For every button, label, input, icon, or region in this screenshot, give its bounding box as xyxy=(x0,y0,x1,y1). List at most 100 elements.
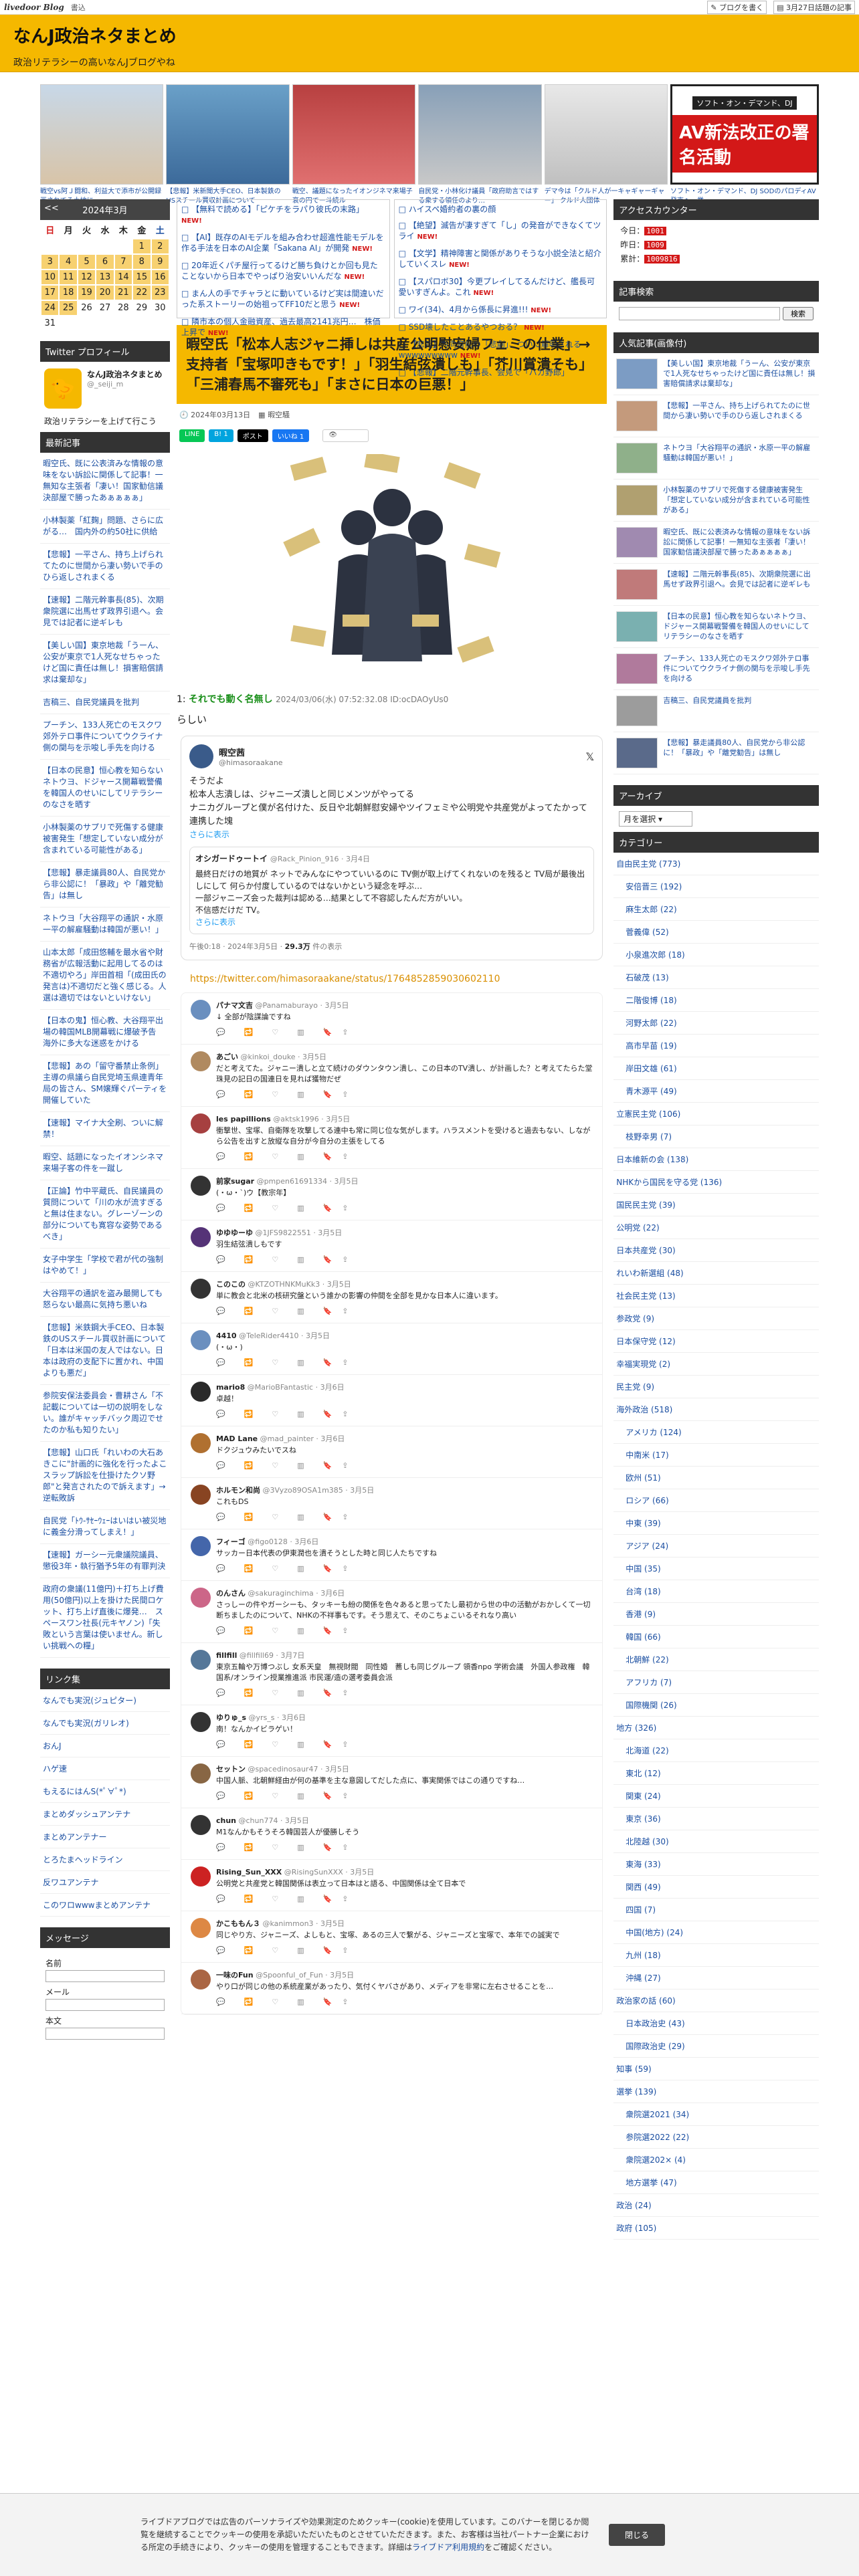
x-logo-icon[interactable]: 𝕏 xyxy=(585,750,594,763)
tweet-reply[interactable]: フィーゴ @figo0128 · 3月6日 サッカー日本代表の伊東潤也を潰そうとし… xyxy=(181,1529,603,1581)
tweet-reply[interactable]: ゆゆゆーゆ @1JFS9822551 · 3月5日 羽生結弦潰しもです 💬 🔁 ♡ … xyxy=(181,1220,603,1272)
reply-name[interactable]: ゆゆゆーゆ xyxy=(216,1228,253,1237)
reply-name[interactable]: あごい xyxy=(216,1053,238,1061)
tweet-reply[interactable]: あごい @kinkoi_douke · 3月5日 だと考えてた。ジャニー潰しと立て… xyxy=(181,1045,603,1107)
reply-name[interactable]: les papillions xyxy=(216,1115,271,1123)
category-link[interactable]: 政治家の話 (60) xyxy=(613,1990,819,2012)
popular-item[interactable]: ネトウヨ「大谷翔平の通訳・水原一平の解雇騒動は韓国が悪い！」 xyxy=(613,437,819,479)
category-link[interactable]: 衆院選202× (4) xyxy=(613,2149,819,2171)
category-link[interactable]: 安倍晋三 (192) xyxy=(613,875,819,898)
popular-item[interactable]: 【美しい国】東京地裁「うーん、公安が東京で1人死なせちゃったけど国に責任は無し！… xyxy=(613,353,819,395)
recent-article-link[interactable]: 【悲報】山口氏「れいわの大石あきこに"計画的に強化を行ったよこスラップ訴訟を仕掛… xyxy=(40,1442,170,1510)
category-link[interactable]: 麻生太郎 (22) xyxy=(613,898,819,921)
reply-name[interactable]: フィーゴ xyxy=(216,1537,246,1546)
reply-name[interactable]: MAD Lane xyxy=(216,1434,258,1443)
category-link[interactable]: 中国 (35) xyxy=(613,1558,819,1580)
calendar-day[interactable]: 16 xyxy=(151,270,169,284)
recent-article-link[interactable]: 【日本の民意】恒心教を知らないネトウヨ、ドジャース開幕戦警備を韓国人のせいにして… xyxy=(40,760,170,817)
tweet-reply[interactable]: les papillions @aktsk1996 · 3月5日 衝撃世、宝塚、自… xyxy=(181,1107,603,1169)
recent-article-link[interactable]: 【悲報】あの「留守番禁止条例」主導の県議ら自民党埼玉県連青年局の皆さん、SM嬢輝… xyxy=(40,1055,170,1112)
category-link[interactable]: 国民民主党 (39) xyxy=(613,1194,819,1216)
reply-avatar[interactable] xyxy=(190,1485,211,1505)
calendar-day[interactable]: 12 xyxy=(78,270,96,284)
reply-avatar[interactable] xyxy=(190,1051,211,1071)
reply-actions[interactable]: 💬 🔁 ♡ ▥ 🔖 ⇪ xyxy=(216,1790,593,1801)
popular-item[interactable]: 吉稿三、自民党議員を批判 xyxy=(613,690,819,732)
reply-avatar[interactable] xyxy=(190,1113,211,1134)
category-link[interactable]: 九州 (18) xyxy=(613,1944,819,1967)
tweet-reply[interactable]: ゆりゅ_s @yrs_s · 3月6日 南！なんかイビラゲい！ 💬 🔁 ♡ ▥ 🔖 … xyxy=(181,1705,603,1757)
reply-name[interactable]: Rising_Sun_XXX xyxy=(216,1868,282,1876)
popular-item[interactable]: 暇空氏、既に公表済みな情報の意味をない訴訟に関係して記事！一無知な主張者「凄い！… xyxy=(613,522,819,564)
category-link[interactable]: 参院選2022 (22) xyxy=(613,2126,819,2149)
reply-avatar[interactable] xyxy=(190,1969,211,1990)
tweet-reply[interactable]: ホルモン和尚 @3Vyzo89OSA1m385 · 3月5日 これもDS 💬 🔁 ♡… xyxy=(181,1478,603,1529)
reply-avatar[interactable] xyxy=(190,1330,211,1350)
category-link[interactable]: 参政党 (9) xyxy=(613,1307,819,1330)
profile-avatar[interactable]: 🐤 xyxy=(44,368,82,409)
category-link[interactable]: 日本維新の会 (138) xyxy=(613,1148,819,1171)
category-link[interactable]: 河野太郎 (22) xyxy=(613,1012,819,1035)
reply-name[interactable]: セットン xyxy=(216,1765,246,1774)
category-link[interactable]: 自由民主党 (773) xyxy=(613,853,819,875)
calendar-day[interactable]: 14 xyxy=(114,270,132,284)
category-link[interactable]: 選挙 (139) xyxy=(613,2080,819,2103)
category-link[interactable]: 中東 (39) xyxy=(613,1512,819,1535)
category-link[interactable]: 知事 (59) xyxy=(613,2058,819,2080)
reply-actions[interactable]: 💬 🔁 ♡ ▥ 🔖 ⇪ xyxy=(216,1511,593,1522)
category-link[interactable]: 中国(地方) (24) xyxy=(613,1921,819,1944)
popular-title[interactable]: 【美しい国】東京地裁「うーん、公安が東京で1人死なせちゃったけど国に責任は無し！… xyxy=(663,358,816,389)
category-link[interactable]: れいわ新選組 (48) xyxy=(613,1262,819,1285)
popular-thumb[interactable] xyxy=(616,401,658,431)
popular-item[interactable]: 【悲報】一平さん、持ち上げられてたのに世間から凄い勢いで手のひら返しされまくる xyxy=(613,395,819,437)
headline-link[interactable]: □ 20年近くパチ屋行ってるけど勝ち負けとか回も見たことないから日本でやっぱり治… xyxy=(181,260,385,283)
fb-like-button[interactable]: いいね 1 xyxy=(272,429,310,442)
sidebar-link[interactable]: もえるにはんS(*ﾟ∀ﾟ*) xyxy=(40,1780,170,1803)
category-link[interactable]: 欧州 (51) xyxy=(613,1467,819,1489)
category-link[interactable]: 国際政治史 (29) xyxy=(613,2035,819,2058)
reply-actions[interactable]: 💬 🔁 ♡ ▥ 🔖 ⇪ xyxy=(216,1408,593,1419)
calendar-day[interactable]: 30 xyxy=(151,301,169,315)
category-link[interactable]: 幸福実現党 (2) xyxy=(613,1353,819,1376)
category-link[interactable]: 台湾 (18) xyxy=(613,1580,819,1603)
headline-link[interactable]: □ 【AI】既存のAIモデルを組み合わせ超進性能モデルを作る手法を日本のAI企業… xyxy=(181,232,385,255)
popular-title[interactable]: 小林製薬のサプリで死傷する健康被害発生「想定していない成分が含まれている可能性が… xyxy=(663,485,816,516)
popular-title[interactable]: 吉稿三、自民党議員を批判 xyxy=(663,695,751,726)
reply-avatar[interactable] xyxy=(190,1650,211,1670)
category-link[interactable]: 北陸越 (30) xyxy=(613,1830,819,1853)
cookie-close-button[interactable]: 閉じる xyxy=(609,2524,666,2546)
popular-thumb[interactable] xyxy=(616,443,658,473)
category-link[interactable]: 日本保守党 (12) xyxy=(613,1330,819,1353)
trending-link[interactable]: ▤ 3月27日話題の記事 xyxy=(773,0,855,14)
archive-select[interactable]: 月を選択 ▾ xyxy=(619,811,693,827)
reply-actions[interactable]: 💬 🔁 ♡ ▥ 🔖 ⇪ xyxy=(216,1151,593,1162)
reply-name[interactable]: ホルモン和尚 xyxy=(216,1486,260,1495)
recent-article-link[interactable]: 【日本の鬼】恒心教、大谷翔平出場の韓国MLB開幕戦に爆破予告 海外に多大な迷惑を… xyxy=(40,1010,170,1055)
headline-link[interactable]: □ 【無料で読める】「ピケチをラパり彼氏の末路」 NEW! xyxy=(181,204,385,227)
recent-article-link[interactable]: 【悲報】暴走議員80人、自民党から非公認に！「暴政」や「離党勧告」は無し xyxy=(40,862,170,907)
headline-link[interactable]: □ 【文学】精神障害と関係がありそうな小説全法と紹介していくスレ NEW! xyxy=(399,248,603,271)
headline-link[interactable]: □ SSD壊したことあるやつおる？ NEW! xyxy=(399,322,603,334)
calendar-day[interactable]: 23 xyxy=(151,286,169,300)
recent-article-link[interactable]: 暇空、話題になったイオンシネマ来場子客の件を一蹴し xyxy=(40,1146,170,1180)
recent-article-link[interactable]: 【悲報】一平さん、持ち上げられてたのに世間から凄い勢いで手のひら返しされまくる xyxy=(40,544,170,589)
reply-name[interactable]: かこももん３ xyxy=(216,1919,260,1928)
calendar-day[interactable]: 15 xyxy=(133,270,151,284)
popular-thumb[interactable] xyxy=(616,485,658,516)
reply-avatar[interactable] xyxy=(190,1227,211,1247)
category-link[interactable]: アフリカ (7) xyxy=(613,1671,819,1694)
calendar-day[interactable]: 22 xyxy=(133,286,151,300)
reply-actions[interactable]: 💬 🔁 ♡ ▥ 🔖 ⇪ xyxy=(216,1945,593,1955)
calendar-day[interactable]: 2 xyxy=(151,239,169,253)
calendar-day[interactable]: 7 xyxy=(114,255,132,269)
popular-title[interactable]: 【速報】二階元幹事長(85)、次期衆院選に出馬せず政界引退へ。会見では記者に逆ギ… xyxy=(663,569,816,600)
category-link[interactable]: 海外政治 (518) xyxy=(613,1398,819,1421)
reply-actions[interactable]: 💬 🔁 ♡ ▥ 🔖 ⇪ xyxy=(216,1625,593,1636)
tweet-avatar[interactable] xyxy=(189,744,213,768)
category-link[interactable]: 高市早苗 (19) xyxy=(613,1035,819,1057)
sidebar-link[interactable]: ハゲ速 xyxy=(40,1757,170,1780)
popular-title[interactable]: 【日本の民意】恒心教を知らないネトウヨ、ドジャース開幕戦警備を韓国人のせいにして… xyxy=(663,611,816,642)
calendar-day[interactable]: 6 xyxy=(96,255,114,269)
recent-article-link[interactable]: 吉稿三、自民党議員を批判 xyxy=(40,691,170,714)
category-link[interactable]: 菅義偉 (52) xyxy=(613,921,819,944)
